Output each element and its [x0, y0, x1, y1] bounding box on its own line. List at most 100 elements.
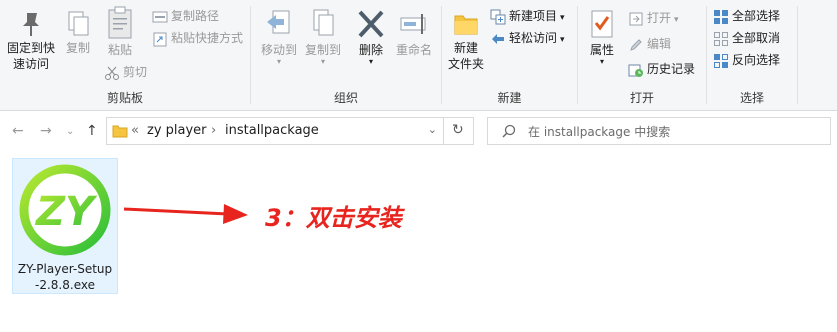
up-arrow-icon[interactable]: ↑ — [86, 123, 98, 139]
file-item[interactable]: ZY ZY-Player-Setup -2.8.8.exe — [12, 158, 118, 294]
invert-selection-label: 反向选择 — [732, 53, 781, 67]
file-name: ZY-Player-Setup -2.8.8.exe — [13, 261, 117, 293]
easy-access-icon — [492, 33, 504, 44]
easy-access-dropdown-arrow: ▾ — [560, 35, 565, 45]
delete-x-icon — [358, 10, 384, 38]
folder-icon — [112, 125, 128, 138]
refresh-icon: ↻ — [452, 122, 464, 138]
edit-pencil-icon — [630, 38, 642, 51]
cut-button[interactable]: 剪切 — [104, 63, 147, 81]
organize-group-label: 组织 — [333, 91, 358, 105]
clipboard-group: 固定到快 速访问 复制 粘贴 复制路径 粘贴快捷方式 剪切 剪贴板 — [0, 0, 250, 110]
open-group-label: 打开 — [629, 91, 654, 105]
rename-icon — [400, 14, 426, 34]
new-folder-label-line2: 文件夹 — [447, 57, 484, 71]
history-label: 历史记录 — [647, 62, 696, 76]
new-item-button[interactable]: 新建项目 ▾ — [490, 7, 565, 25]
pin-label-line2: 速访问 — [12, 57, 49, 71]
new-item-dropdown-arrow: ▾ — [560, 13, 565, 23]
copy-path-label: 复制路径 — [171, 9, 220, 23]
open-label: 打开 — [647, 11, 672, 25]
select-all-button[interactable]: 全部选择 — [713, 7, 780, 25]
new-group-label: 新建 — [497, 91, 522, 105]
pin-quick-access-button[interactable]: 固定到快 速访问 — [4, 10, 58, 72]
copy-icon — [68, 11, 89, 36]
open-group: 属性 ▾ 打开 ▾ 编辑 历史记录 打开 — [578, 0, 706, 110]
breadcrumb-separator[interactable]: › — [211, 123, 216, 138]
copy-to-dropdown-arrow: ▾ — [320, 57, 325, 66]
history-button[interactable]: 历史记录 — [628, 60, 695, 78]
copy-path-button[interactable]: 复制路径 — [152, 7, 219, 25]
move-to-label: 移动到 — [260, 43, 297, 57]
copy-to-button[interactable]: 复制到 ▾ — [303, 8, 343, 66]
search-placeholder: 在 installpackage 中搜索 — [528, 125, 671, 139]
edit-button[interactable]: 编辑 — [628, 35, 671, 53]
scissors-icon — [105, 66, 119, 80]
refresh-button[interactable]: ↻ — [443, 117, 474, 145]
paste-clipboard-icon — [108, 6, 132, 39]
breadcrumb-installpackage[interactable]: installpackage — [225, 123, 319, 138]
properties-check-icon — [591, 10, 613, 38]
properties-label: 属性 — [589, 43, 614, 57]
copy-path-icon — [152, 11, 168, 22]
paste-shortcut-button[interactable]: 粘贴快捷方式 — [152, 29, 243, 47]
select-all-label: 全部选择 — [732, 9, 781, 23]
delete-dropdown-arrow: ▾ — [368, 57, 373, 66]
move-to-dropdown-arrow: ▾ — [276, 57, 281, 66]
open-dropdown-arrow: ▾ — [674, 15, 679, 25]
ribbon: 固定到快 速访问 复制 粘贴 复制路径 粘贴快捷方式 剪切 剪贴板 移动到 ▾ … — [0, 0, 837, 111]
cut-label: 剪切 — [123, 65, 148, 79]
zy-player-logo-icon: ZY — [19, 164, 111, 256]
copy-to-label: 复制到 — [304, 43, 341, 57]
clipboard-group-label: 剪贴板 — [106, 91, 143, 105]
copy-button[interactable]: 复制 — [62, 10, 94, 56]
paste-shortcut-icon — [153, 32, 167, 46]
properties-dropdown-arrow: ▾ — [599, 57, 604, 66]
forward-arrow-icon[interactable]: → — [40, 123, 52, 139]
search-icon — [502, 124, 516, 138]
navigation-bar: ← → ⌄ ↑ « zy player › installpackage ⌄ ↻… — [0, 111, 837, 151]
new-folder-label-line1: 新建 — [453, 41, 478, 55]
paste-button[interactable]: 粘贴 — [102, 6, 138, 58]
invert-selection-button[interactable]: 反向选择 — [713, 51, 780, 69]
new-item-label: 新建项目 — [509, 9, 558, 23]
select-group: 全部选择 全部取消 反向选择 选择 — [707, 0, 797, 110]
annotation-text: 3：双击安装 — [265, 204, 402, 232]
organize-group: 移动到 ▾ 复制到 ▾ 删除 ▾ 重命名 组织 — [251, 0, 441, 110]
paste-label: 粘贴 — [107, 43, 132, 57]
history-icon — [628, 64, 643, 77]
move-to-button[interactable]: 移动到 ▾ — [259, 8, 299, 66]
select-none-button[interactable]: 全部取消 — [713, 29, 780, 47]
file-name-line2: -2.8.8.exe — [35, 278, 95, 292]
edit-label: 编辑 — [647, 37, 672, 51]
new-folder-icon — [454, 15, 478, 35]
delete-label: 删除 — [358, 43, 383, 57]
breadcrumb-overflow[interactable]: « — [131, 123, 139, 138]
new-folder-button[interactable]: 新建 文件夹 — [446, 10, 486, 72]
select-group-label: 选择 — [739, 91, 764, 105]
move-to-icon — [267, 10, 290, 34]
invert-selection-icon — [714, 53, 728, 68]
breadcrumb-zy-player[interactable]: zy player — [147, 123, 207, 138]
file-name-line1: ZY-Player-Setup — [17, 262, 113, 276]
recent-locations-chevron-icon[interactable]: ⌄ — [66, 126, 74, 137]
pin-label-line1: 固定到快 — [6, 41, 55, 55]
divider — [797, 6, 798, 104]
easy-access-label: 轻松访问 — [509, 31, 558, 45]
open-button[interactable]: 打开 ▾ — [628, 9, 679, 27]
address-bar[interactable]: « zy player › installpackage ⌄ — [106, 117, 444, 145]
search-box[interactable]: 在 installpackage 中搜索 — [487, 117, 831, 145]
back-arrow-icon[interactable]: ← — [12, 123, 24, 139]
select-none-label: 全部取消 — [732, 31, 781, 45]
properties-button[interactable]: 属性 ▾ — [584, 8, 620, 66]
pin-icon — [23, 13, 39, 36]
annotation-arrow-icon — [123, 204, 248, 224]
select-none-icon — [714, 31, 728, 46]
delete-button[interactable]: 删除 ▾ — [351, 8, 391, 66]
copy-to-icon — [313, 9, 334, 36]
address-dropdown-chevron-icon[interactable]: ⌄ — [428, 123, 437, 136]
rename-button[interactable]: 重命名 — [393, 8, 435, 58]
select-all-icon — [714, 9, 728, 24]
easy-access-button[interactable]: 轻松访问 ▾ — [490, 29, 565, 47]
rename-label: 重命名 — [395, 43, 432, 57]
